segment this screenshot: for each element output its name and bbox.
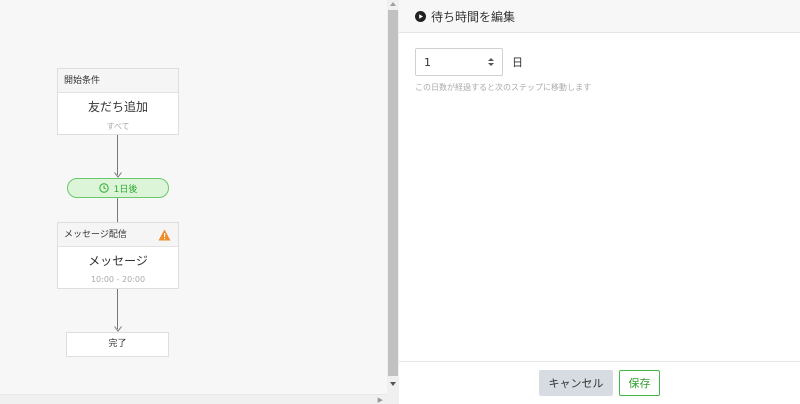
- end-node-label: 完了: [108, 339, 127, 349]
- play-circle-icon: [415, 10, 426, 22]
- flow-canvas[interactable]: 開始条件 友だち追加 すべて 1日後 メッセージ配信 メッセージ 10:00 -…: [0, 0, 387, 404]
- wait-step-pill[interactable]: 1日後: [67, 178, 169, 198]
- message-node-subtitle: 10:00 - 20:00: [90, 275, 146, 284]
- warning-icon: [158, 229, 171, 241]
- scroll-up-icon[interactable]: [390, 2, 396, 6]
- wait-step-label: 1日後: [113, 184, 138, 195]
- scrollbar-thumb[interactable]: [388, 10, 398, 376]
- connector-line: [117, 289, 118, 329]
- panel-footer: キャンセル 保存: [399, 361, 800, 404]
- stepper-up-icon[interactable]: [488, 58, 494, 61]
- days-help-text: この日数が経過すると次のステップに移動します: [415, 83, 591, 92]
- connector-line: [117, 198, 118, 222]
- trigger-node-header: 開始条件: [58, 69, 178, 93]
- panel-header: 待ち時間を編集: [399, 0, 800, 33]
- clock-icon: [98, 183, 109, 193]
- days-number-input[interactable]: 1: [415, 48, 503, 76]
- message-node-header-label: メッセージ配信: [64, 230, 127, 240]
- cancel-button[interactable]: キャンセル: [539, 370, 613, 396]
- scroll-right-icon[interactable]: ▶: [378, 396, 383, 404]
- vertical-scrollbar[interactable]: [387, 0, 399, 404]
- save-button[interactable]: 保存: [619, 370, 660, 396]
- scroll-down-icon[interactable]: [390, 382, 396, 386]
- horizontal-scrollbar[interactable]: ▶: [0, 394, 387, 404]
- message-node-header: メッセージ配信: [58, 223, 178, 247]
- panel-body: 1 日 この日数が経過すると次のステップに移動します: [399, 33, 800, 93]
- message-node-body: メッセージ 10:00 - 20:00: [58, 252, 178, 284]
- number-stepper[interactable]: [488, 58, 494, 66]
- trigger-node[interactable]: 開始条件 友だち追加 すべて: [57, 68, 179, 135]
- connector-line: [117, 135, 118, 175]
- edit-wait-panel: 待ち時間を編集 1 日 この日数が経過すると次のステップに移動します キャンセル…: [399, 0, 800, 404]
- end-node[interactable]: 完了: [66, 332, 169, 357]
- days-unit-label: 日: [512, 56, 523, 69]
- message-node-title: メッセージ: [88, 254, 148, 268]
- stepper-down-icon[interactable]: [488, 63, 494, 66]
- days-input-value: 1: [424, 55, 431, 69]
- trigger-node-title: 友だち追加: [87, 100, 148, 114]
- message-node[interactable]: メッセージ配信 メッセージ 10:00 - 20:00: [57, 222, 179, 289]
- trigger-node-subtitle: すべて: [106, 122, 130, 131]
- days-field-row: 1 日: [415, 48, 784, 76]
- trigger-node-body: 友だち追加 すべて: [58, 98, 178, 132]
- panel-title: 待ち時間を編集: [431, 9, 516, 24]
